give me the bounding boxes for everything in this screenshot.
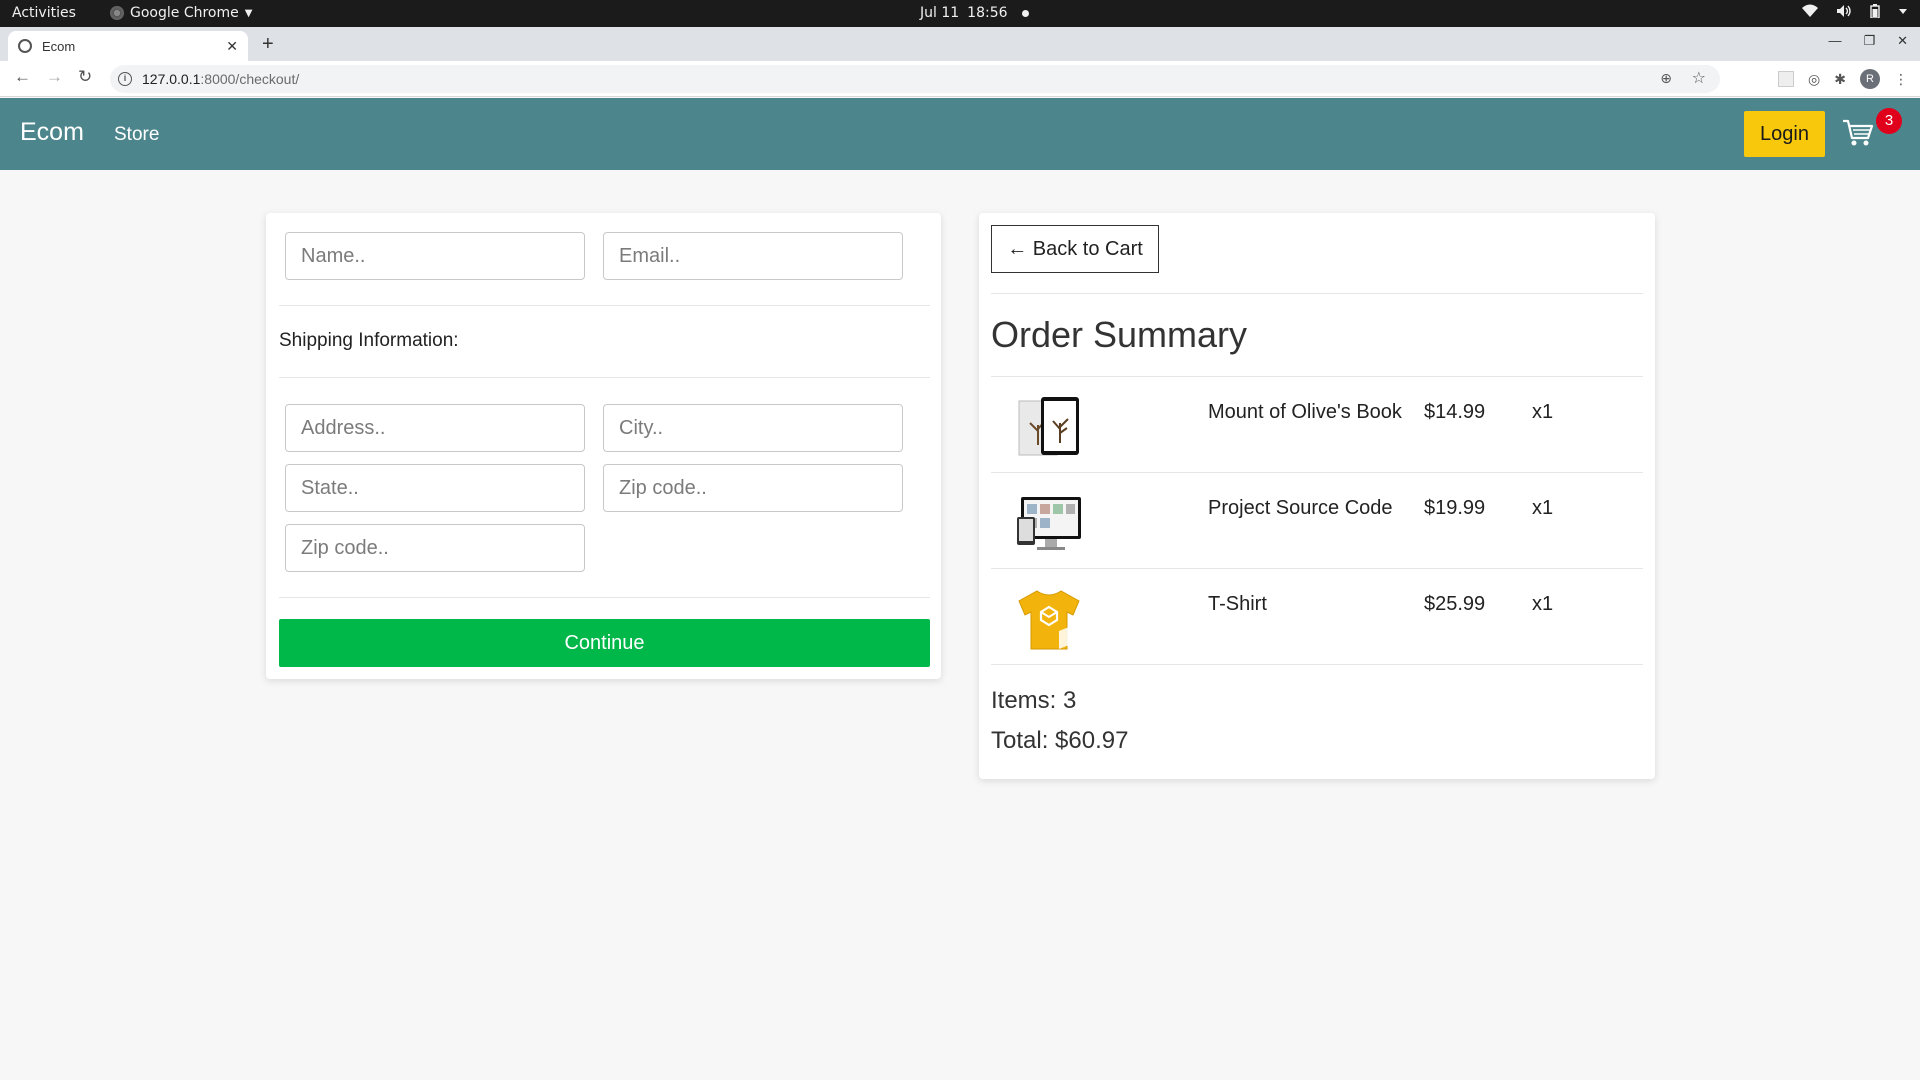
close-icon[interactable]: ✕	[226, 38, 238, 55]
email-input[interactable]	[603, 232, 903, 280]
restore-icon[interactable]: ❐	[1863, 33, 1875, 49]
order-total: Total: $60.97	[991, 727, 1129, 754]
profile-avatar[interactable]: R	[1860, 69, 1880, 89]
clock-date: Jul 11	[920, 5, 960, 21]
app-menu-label: Google Chrome	[130, 5, 239, 21]
wifi-icon	[1802, 4, 1818, 17]
forward-arrow-icon[interactable]: →	[46, 67, 63, 87]
item-quantity: x1	[1532, 593, 1554, 615]
window-close-icon[interactable]: ✕	[1897, 33, 1908, 49]
item-price: $19.99	[1424, 497, 1486, 519]
item-name: Mount of Olive's Book	[1208, 401, 1402, 423]
divider	[279, 377, 930, 378]
site-navbar: Ecom Store Login 3	[0, 98, 1920, 170]
state-input[interactable]	[285, 464, 585, 512]
order-summary-box: ← Back to Cart Order Summary Mount of Ol…	[979, 213, 1655, 779]
shipping-info-heading: Shipping Information:	[279, 330, 459, 351]
order-item-row: Project Source Code $19.99 x1	[991, 472, 1643, 568]
caret-down-icon: ▼	[244, 7, 253, 19]
clock-time: 18:56	[967, 5, 1008, 21]
minimize-icon[interactable]: —	[1828, 33, 1841, 49]
order-item-row: Mount of Olive's Book $14.99 x1	[991, 376, 1643, 472]
reload-icon[interactable]: ↻	[78, 67, 92, 87]
system-top-bar: Activities Google Chrome ▼ Jul 11 18:56	[0, 0, 1920, 27]
kebab-menu-icon[interactable]: ⋮	[1894, 71, 1908, 88]
cart-button[interactable]: 3	[1842, 108, 1902, 158]
brand-link[interactable]: Ecom	[20, 118, 84, 147]
bookmark-star-icon[interactable]: ☆	[1692, 68, 1706, 88]
book-tablet-icon	[1018, 397, 1079, 456]
new-tab-button[interactable]: +	[262, 33, 274, 56]
system-tray[interactable]	[1802, 4, 1908, 18]
cart-icon	[1843, 119, 1874, 146]
puzzle-icon[interactable]: ✱	[1834, 71, 1846, 88]
window-controls: — ❐ ✕	[1828, 33, 1908, 49]
app-menu[interactable]: Google Chrome ▼	[110, 5, 252, 21]
order-item-row: T-Shirt $25.99 x1	[991, 568, 1643, 664]
item-price: $25.99	[1424, 593, 1486, 615]
code-monitor-icon	[1017, 497, 1081, 550]
order-summary-title: Order Summary	[991, 314, 1248, 355]
address-bar[interactable]: i 127.0.0.1:8000/checkout/ ⊕ ☆	[110, 65, 1720, 93]
browser-toolbar: ← → ↻ i 127.0.0.1:8000/checkout/ ⊕ ☆ ◎ ✱…	[0, 61, 1920, 97]
clock[interactable]: Jul 11 18:56	[920, 5, 1029, 21]
zip-code-input[interactable]	[603, 464, 903, 512]
city-input[interactable]	[603, 404, 903, 452]
extension-globe-icon[interactable]: ◎	[1808, 71, 1820, 88]
activities-button[interactable]: Activities	[12, 5, 76, 21]
divider	[279, 597, 930, 598]
globe-icon	[18, 39, 32, 53]
divider	[991, 293, 1643, 294]
info-icon[interactable]: i	[118, 72, 132, 86]
extension-area: ◎ ✱ R ⋮	[1778, 69, 1908, 89]
url-host: 127.0.0.1	[142, 71, 201, 87]
items-count: Items: 3	[991, 687, 1077, 714]
address-input[interactable]	[285, 404, 585, 452]
continue-button[interactable]: Continue	[279, 619, 930, 667]
back-arrow-icon[interactable]: ←	[14, 67, 31, 87]
item-name: Project Source Code	[1208, 497, 1393, 519]
tshirt-icon	[1018, 590, 1080, 650]
extension-icon[interactable]	[1778, 71, 1795, 87]
item-name: T-Shirt	[1208, 593, 1267, 615]
back-to-cart-button[interactable]: ← Back to Cart	[991, 225, 1159, 273]
browser-tab-strip: Ecom ✕ + — ❐ ✕	[0, 27, 1920, 61]
login-button[interactable]: Login	[1744, 111, 1825, 157]
item-price: $14.99	[1424, 401, 1486, 423]
name-input[interactable]	[285, 232, 585, 280]
cart-count-badge: 3	[1876, 108, 1902, 134]
volume-icon	[1837, 5, 1851, 17]
power-menu-caret-icon	[1899, 9, 1907, 14]
tab-title: Ecom	[42, 38, 76, 54]
divider	[991, 664, 1643, 665]
divider	[279, 305, 930, 306]
item-quantity: x1	[1532, 497, 1554, 519]
zip-code-input-2[interactable]	[285, 524, 585, 572]
store-link[interactable]: Store	[114, 124, 159, 146]
checkout-form-box: Shipping Information: Continue	[266, 213, 941, 679]
browser-tab[interactable]: Ecom ✕	[8, 31, 248, 61]
zoom-icon[interactable]: ⊕	[1660, 70, 1672, 87]
item-quantity: x1	[1532, 401, 1554, 423]
notification-dot-icon	[1021, 9, 1029, 17]
url-path: :8000/checkout/	[200, 71, 300, 87]
battery-icon	[1870, 4, 1880, 18]
chrome-icon	[110, 6, 124, 20]
